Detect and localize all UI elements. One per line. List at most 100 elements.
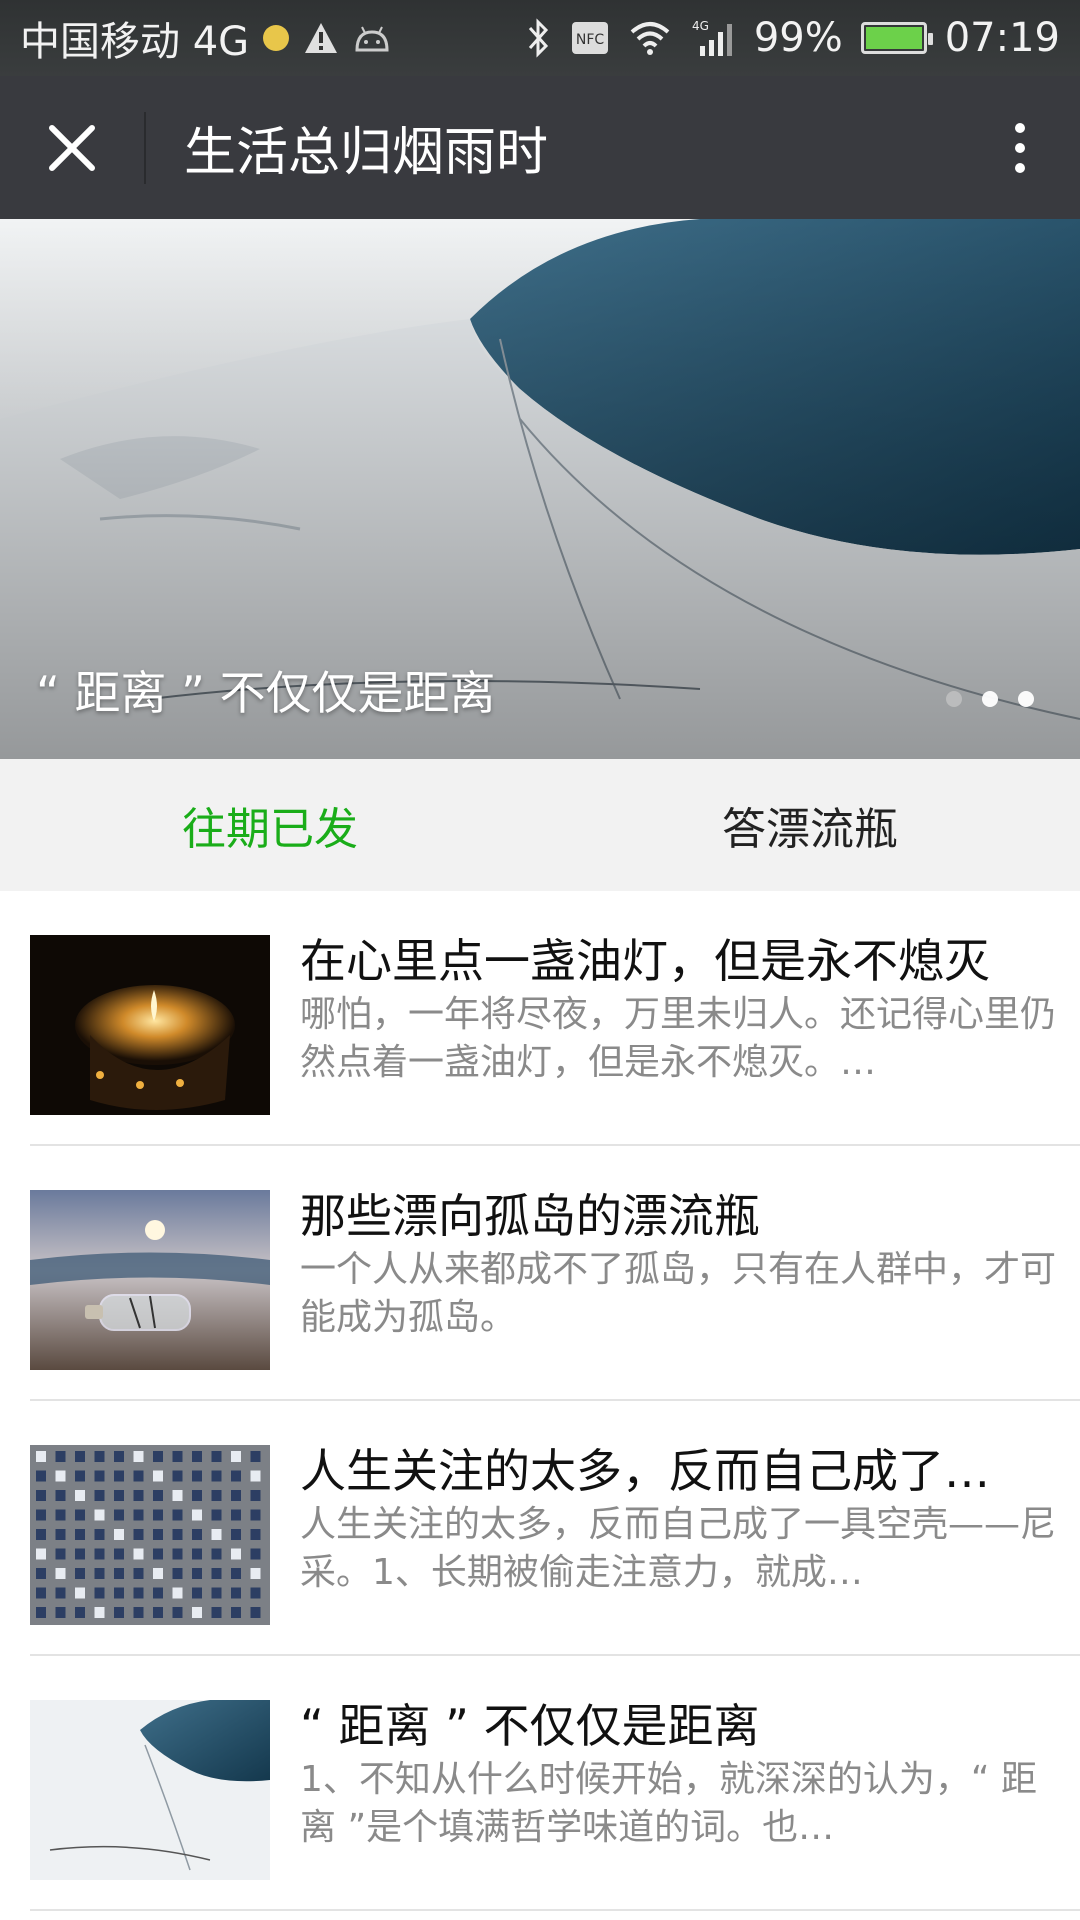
window-shape: [231, 1607, 241, 1618]
article-thumbnail: [30, 1445, 270, 1625]
signal-icon: 4G: [690, 18, 736, 58]
window-shape: [153, 1607, 163, 1618]
network-badge: 4G: [692, 19, 709, 33]
window-shape: [172, 1587, 183, 1599]
tab-past-posts[interactable]: 往期已发: [0, 759, 540, 891]
window-shape: [211, 1587, 222, 1599]
page-dot: [1018, 691, 1034, 707]
window-shape: [153, 1568, 163, 1579]
window-shape: [211, 1451, 222, 1462]
window-shape: [133, 1568, 144, 1579]
window-shape: [36, 1529, 46, 1540]
window-shape: [94, 1568, 105, 1579]
status-bar: 中国移动 4G NFC 4G 99% 07:19: [0, 0, 1080, 76]
window-shape: [75, 1587, 85, 1599]
window-shape: [172, 1451, 183, 1462]
window-shape: [231, 1451, 241, 1462]
window-shape: [55, 1470, 66, 1482]
window-shape: [75, 1509, 85, 1521]
window-shape: [94, 1470, 105, 1482]
window-shape: [55, 1490, 66, 1501]
window-shape: [133, 1529, 144, 1540]
nfc-icon: NFC: [570, 20, 610, 56]
more-dot-icon: [1015, 142, 1025, 153]
window-shape: [250, 1490, 261, 1501]
warning-icon: [303, 21, 339, 55]
window-shape: [172, 1568, 183, 1579]
article-item[interactable]: 那些漂向孤岛的漂流瓶 一个人从来都成不了孤岛，只有在人群中，才可能成为孤岛。: [30, 1146, 1080, 1401]
banner-caption[interactable]: “ 距离 ” 不仅仅是距离: [36, 657, 496, 723]
window-shape: [153, 1451, 163, 1462]
window-shape: [192, 1451, 202, 1462]
window-shape: [153, 1470, 163, 1482]
window-shape: [211, 1568, 222, 1579]
article-thumbnail: [30, 1190, 270, 1370]
notification-dot-icon: [263, 25, 290, 51]
page-dot: [982, 691, 998, 707]
window-shape: [36, 1509, 46, 1521]
window-shape: [211, 1548, 222, 1560]
window-shape: [36, 1587, 46, 1599]
more-dot-icon: [1015, 162, 1025, 173]
bluetooth-icon: [526, 18, 552, 58]
window-shape: [114, 1529, 124, 1540]
window-shape: [250, 1548, 261, 1560]
window-shape: [172, 1529, 183, 1540]
article-item[interactable]: 人生关注的太多，反而自己成了… 人生关注的太多，反而自己成了一具空壳——尼采。1…: [30, 1401, 1080, 1656]
article-summary: 哪怕，一年将尽夜，万里未归人。还记得心里仍然点着一盏油灯，但是永不熄灭。…: [300, 994, 1057, 1083]
tab-drift-bottle[interactable]: 答漂流瓶: [540, 759, 1080, 891]
window-shape: [75, 1607, 85, 1618]
article-thumbnail: [30, 935, 270, 1115]
window-shape: [55, 1607, 66, 1618]
window-shape: [172, 1470, 183, 1482]
article-summary: 一个人从来都成不了孤岛，只有在人群中，才可能成为孤岛。: [300, 1249, 1057, 1338]
title-bar: 生活总归烟雨时: [0, 76, 1080, 219]
window-shape: [192, 1470, 202, 1482]
window-shape: [250, 1568, 261, 1579]
window-shape: [192, 1529, 202, 1540]
window-shape: [192, 1548, 202, 1560]
window-shape: [133, 1451, 144, 1462]
window-shape: [94, 1529, 105, 1540]
article-item[interactable]: 在心里点一盏油灯，但是永不熄灭 哪怕，一年将尽夜，万里未归人。还记得心里仍然点着…: [30, 891, 1080, 1146]
window-shape: [36, 1470, 46, 1482]
window-shape: [250, 1470, 261, 1482]
window-shape: [94, 1587, 105, 1599]
window-shape: [153, 1529, 163, 1540]
window-shape: [114, 1509, 124, 1521]
close-icon: [49, 124, 95, 171]
article-summary: 人生关注的太多，反而自己成了一具空壳——尼采。1、长期被偷走注意力，就成…: [300, 1504, 1057, 1593]
window-shape: [133, 1607, 144, 1618]
window-shape: [94, 1607, 105, 1618]
window-shape: [55, 1587, 66, 1599]
window-shape: [55, 1568, 66, 1579]
window-shape: [231, 1529, 241, 1540]
window-shape: [55, 1509, 66, 1521]
nfc-label: NFC: [576, 32, 605, 48]
window-shape: [94, 1509, 105, 1521]
window-shape: [114, 1568, 124, 1579]
article-item[interactable]: “ 距离 ” 不仅仅是距离 1、不知从什么时候开始，就深深的认为，“ 距离 ”是…: [30, 1656, 1080, 1911]
article-title: 在心里点一盏油灯，但是永不熄灭: [300, 934, 990, 988]
window-shape: [75, 1490, 85, 1501]
android-icon: [353, 24, 391, 52]
battery-icon: [860, 22, 933, 54]
window-shape: [75, 1451, 85, 1462]
window-shape: [36, 1490, 46, 1501]
window-shape: [192, 1568, 202, 1579]
more-options-button[interactable]: [960, 76, 1080, 219]
title-divider: [144, 111, 146, 184]
window-shape: [55, 1529, 66, 1540]
page-title: 生活总归烟雨时: [184, 123, 549, 183]
page-dot: [946, 691, 962, 707]
window-shape: [94, 1451, 105, 1462]
window-shape: [114, 1607, 124, 1618]
banner-carousel[interactable]: “ 距离 ” 不仅仅是距离: [0, 219, 1080, 759]
window-shape: [153, 1587, 163, 1599]
close-button[interactable]: [0, 76, 144, 219]
window-shape: [172, 1607, 183, 1618]
window-shape: [75, 1568, 85, 1579]
wifi-icon: [628, 20, 672, 56]
window-shape: [36, 1607, 46, 1618]
article-list: 在心里点一盏油灯，但是永不熄灭 哪怕，一年将尽夜，万里未归人。还记得心里仍然点着…: [0, 891, 1080, 1911]
